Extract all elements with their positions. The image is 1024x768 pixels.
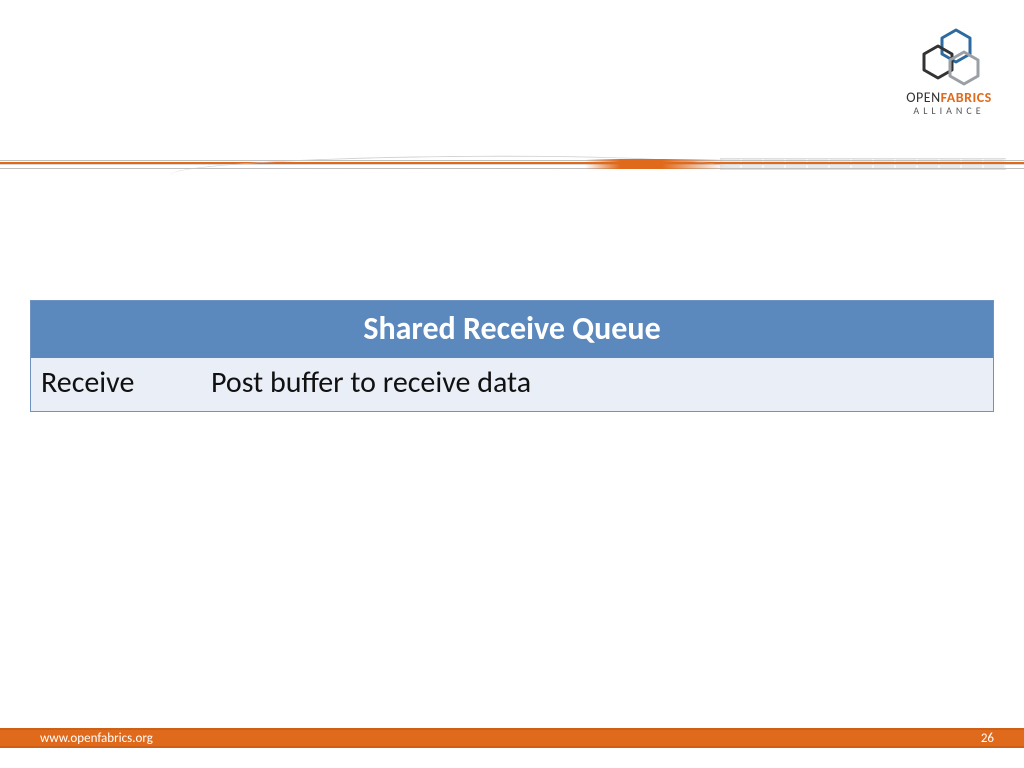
cell-name: Receive <box>41 364 211 401</box>
table-body: Receive Post buffer to receive data <box>31 358 993 411</box>
footer-bar: www.openfabrics.org 26 <box>0 728 1024 748</box>
srq-table: Shared Receive Queue Receive Post buffer… <box>30 300 994 412</box>
table-row: Receive Post buffer to receive data <box>31 358 993 411</box>
openfabrics-logo: OPENFABRICS ALLIANCE <box>894 28 1004 116</box>
footer-url: www.openfabrics.org <box>40 731 153 746</box>
hex-cluster-icon <box>910 28 988 86</box>
slide-content: Shared Receive Queue Receive Post buffer… <box>30 300 994 412</box>
logo-wordmark: OPENFABRICS <box>894 90 1004 105</box>
page-number: 26 <box>981 731 994 746</box>
table-header: Shared Receive Queue <box>31 301 993 358</box>
logo-alliance: ALLIANCE <box>894 105 1004 116</box>
cell-desc: Post buffer to receive data <box>211 364 983 401</box>
header-divider <box>0 152 1024 176</box>
